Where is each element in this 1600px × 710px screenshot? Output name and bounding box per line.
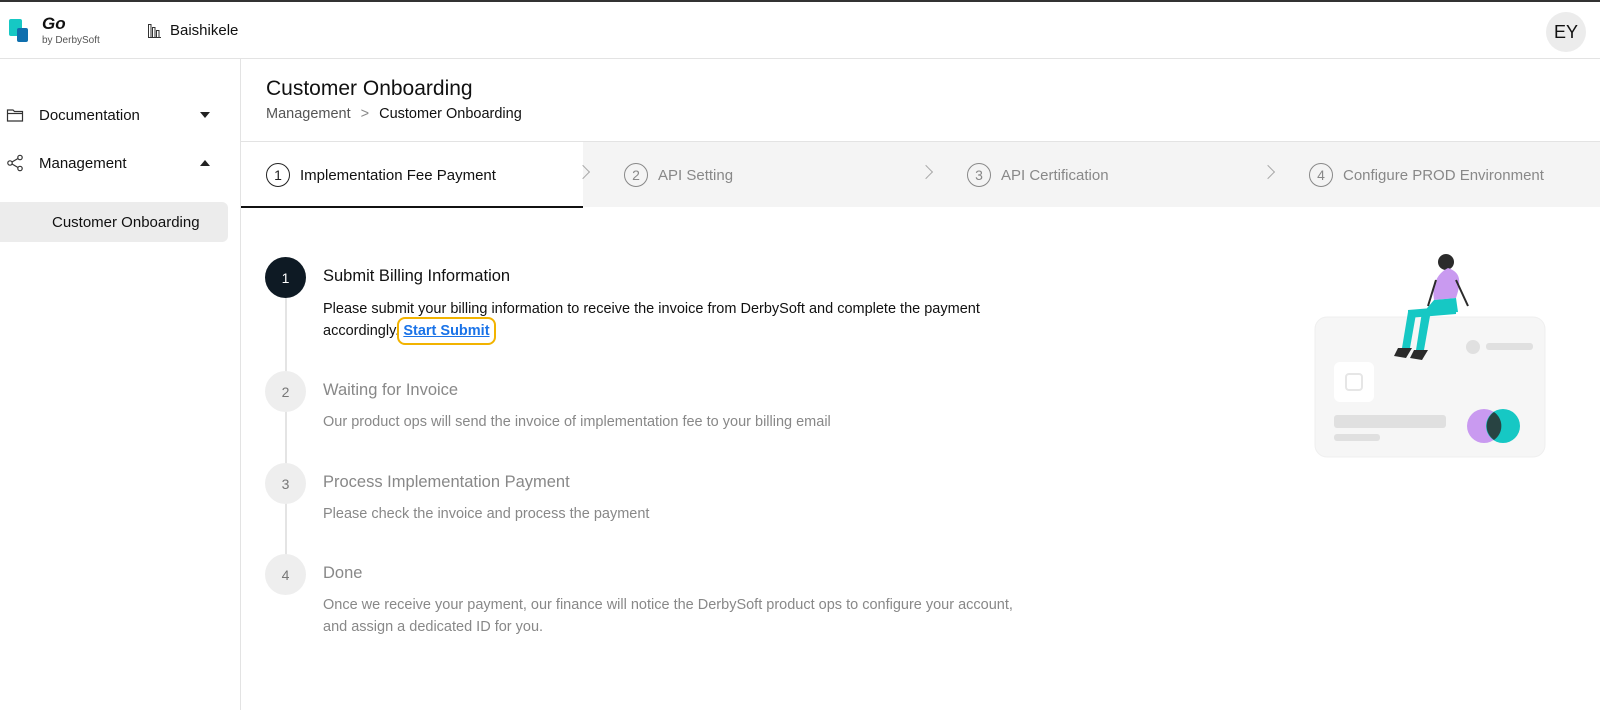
step-number: 2 [624,163,648,187]
timeline-title: Submit Billing Information [323,267,511,285]
step-number: 4 [1309,163,1333,187]
billing-illustration [1314,254,1546,458]
chevron-right-icon [1260,164,1276,180]
chevron-up-icon [200,160,210,166]
logo-subtitle: by DerbySoft [42,35,100,46]
steps-bar: 1 Implementation Fee Payment 2 API Setti… [241,141,1600,208]
top-header: Go by DerbySoft Baishikele EY [0,0,1600,59]
go-logo-icon[interactable] [9,19,29,43]
step-label: Implementation Fee Payment [300,166,496,184]
breadcrumb-separator: > [360,106,370,122]
org-name: Baishikele [170,22,239,39]
timeline-title: Process Implementation Payment [323,473,570,491]
page-title: Customer Onboarding [266,77,473,100]
sidebar-item-customer-onboarding[interactable]: Customer Onboarding [0,202,228,242]
step-implementation-fee-payment[interactable]: 1 Implementation Fee Payment [266,142,496,208]
timeline-description: Please submit your billing information t… [323,298,1023,345]
timeline-title: Done [323,564,363,582]
sidebar-item-label: Management [39,154,127,172]
breadcrumb-current: Customer Onboarding [379,106,522,122]
timeline-description: Our product ops will send the invoice of… [323,414,831,430]
chevron-down-icon [200,112,210,118]
timeline-number: 2 [265,371,306,412]
sidebar: Documentation Management Customer Onboar… [0,59,241,710]
sidebar-item-documentation[interactable]: Documentation [0,95,228,135]
org-switcher[interactable]: Baishikele [148,22,238,39]
sidebar-item-management[interactable]: Management [0,143,228,183]
logo-title: Go [42,14,66,33]
step-number: 1 [266,163,290,187]
share-icon [7,154,23,172]
step-label: API Setting [658,166,734,184]
step-api-setting[interactable]: 2 API Setting [624,142,733,208]
step-label: Configure PROD Environment [1343,166,1544,184]
start-submit-link[interactable]: Start Submit [397,317,496,345]
timeline-description: Once we receive your payment, our financ… [323,597,1013,635]
breadcrumb-parent[interactable]: Management [266,106,351,122]
user-avatar[interactable]: EY [1546,12,1586,52]
timeline-number: 4 [265,554,306,595]
step-configure-prod-environment[interactable]: 4 Configure PROD Environment [1309,142,1544,208]
folder-icon [6,109,24,122]
sidebar-item-label: Documentation [39,106,140,124]
chevron-right-icon [918,164,934,180]
timeline-number: 3 [265,463,306,504]
building-icon [148,23,161,38]
step-label: API Certification [1001,166,1109,184]
timeline-title: Waiting for Invoice [323,381,459,399]
timeline-description: Please check the invoice and process the… [323,506,650,522]
timeline-connector [285,277,287,573]
timeline-number: 1 [265,257,306,298]
breadcrumb: Management > Customer Onboarding [266,106,522,122]
step-number: 3 [967,163,991,187]
step-api-certification[interactable]: 3 API Certification [967,142,1109,208]
